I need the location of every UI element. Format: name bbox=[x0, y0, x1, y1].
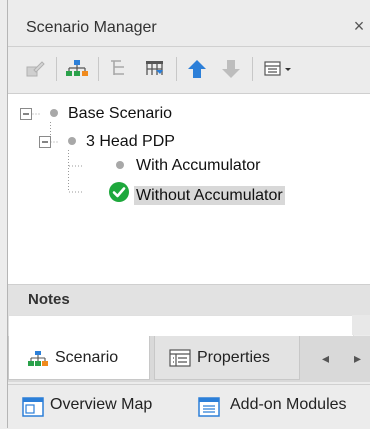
tab-label: Scenario bbox=[55, 349, 119, 366]
active-scenario-check-icon bbox=[108, 181, 130, 208]
addon-modules-label: Add-on Modules bbox=[230, 396, 347, 413]
overview-map-label: Overview Map bbox=[50, 396, 153, 413]
scenario-tree: Base Scenario 3 Head PDP With Accumulato… bbox=[8, 93, 370, 285]
toolbar-separator bbox=[98, 57, 99, 81]
notes-scrollbar[interactable] bbox=[352, 315, 370, 335]
move-up-icon[interactable] bbox=[184, 57, 210, 81]
tab-scroll-left-icon[interactable]: ◂ bbox=[322, 350, 329, 367]
notes-title: Notes bbox=[28, 291, 70, 308]
tree-item-label: With Accumulator bbox=[136, 157, 261, 174]
tree-list-icon[interactable] bbox=[106, 57, 132, 81]
properties-grid-icon bbox=[169, 349, 191, 372]
move-down-icon[interactable] bbox=[218, 57, 244, 81]
notes-textarea[interactable] bbox=[8, 315, 354, 337]
tab-label: Properties bbox=[197, 349, 270, 366]
addon-modules-icon bbox=[198, 397, 220, 417]
overview-map-button[interactable]: Overview Map bbox=[22, 396, 153, 417]
tree-item-base-scenario[interactable]: Base Scenario bbox=[42, 105, 172, 123]
close-button[interactable]: × bbox=[350, 16, 368, 37]
view-options-icon[interactable] bbox=[262, 57, 294, 81]
edit-scenario-icon[interactable] bbox=[22, 57, 48, 81]
tree-item-with-accumulator[interactable]: With Accumulator bbox=[108, 157, 260, 175]
tab-scenario[interactable]: Scenario bbox=[8, 336, 150, 380]
tree-item-3-head-pdp[interactable]: 3 Head PDP bbox=[60, 133, 175, 151]
toolbar-separator bbox=[176, 57, 177, 81]
scenario-tree-icon bbox=[27, 350, 49, 373]
toolbar-separator bbox=[252, 57, 253, 81]
scenario-manager-panel: Scenario Manager × Base Scenario 3 Head … bbox=[0, 0, 370, 429]
tree-item-label: Base Scenario bbox=[68, 105, 173, 122]
addon-modules-button[interactable]: Add-on Modules bbox=[198, 396, 347, 417]
overview-map-icon bbox=[22, 397, 44, 417]
tab-scroll-right-icon[interactable]: ▸ bbox=[354, 350, 361, 367]
title-bar: Scenario Manager × bbox=[8, 10, 370, 47]
inactive-status-dot-icon bbox=[116, 160, 124, 169]
bottom-tabs: Scenario Properties ◂ ▸ bbox=[8, 336, 370, 382]
tree-item-label: 3 Head PDP bbox=[86, 133, 175, 150]
notes-header: Notes bbox=[8, 285, 370, 315]
tab-properties[interactable]: Properties bbox=[154, 336, 300, 380]
inactive-status-dot-icon bbox=[50, 108, 58, 117]
toolbar-separator bbox=[56, 57, 57, 81]
inactive-status-dot-icon bbox=[68, 136, 76, 145]
toolbar bbox=[8, 48, 370, 90]
panel-title: Scenario Manager bbox=[26, 19, 157, 36]
tree-item-label: Without Accumulator bbox=[134, 185, 285, 205]
tree-item-without-accumulator[interactable]: Without Accumulator bbox=[108, 181, 285, 210]
org-chart-icon[interactable] bbox=[64, 57, 90, 81]
bottom-toolbar: Overview Map Add-on Modules bbox=[8, 384, 370, 429]
filter-list-icon[interactable] bbox=[142, 57, 168, 81]
